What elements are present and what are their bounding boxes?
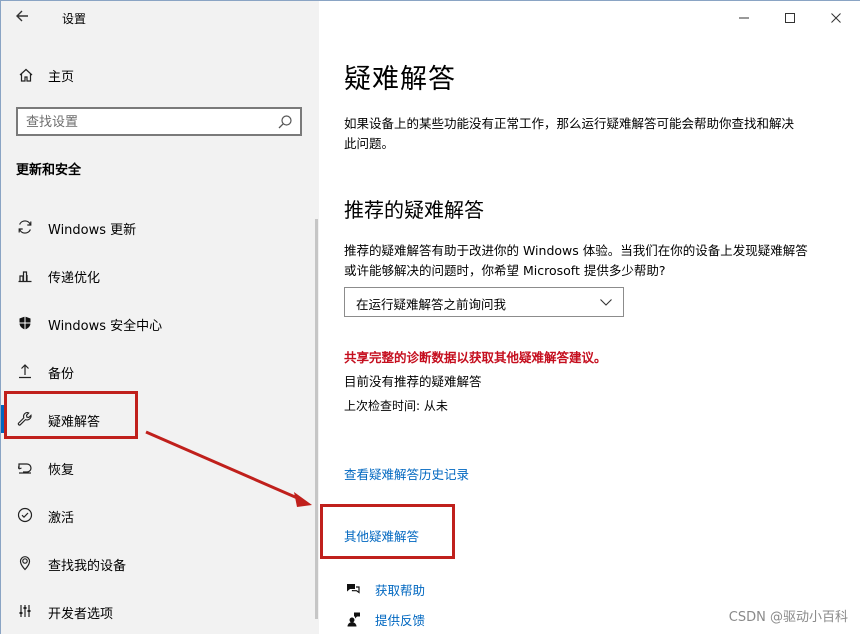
developer-icon	[16, 602, 34, 620]
sidebar: 设置 主页 更新和安全 Windows 更新 传递优化	[1, 1, 319, 634]
watermark: CSDN @驱动小百科	[728, 610, 848, 625]
page-title: 疑难解答	[344, 64, 456, 95]
find-device-icon	[16, 554, 34, 572]
annotation-highlight-box	[320, 504, 455, 559]
sidebar-item-label: Windows 更新	[48, 223, 137, 238]
home-nav-item[interactable]: 主页	[17, 65, 74, 85]
delivery-optimization-icon	[16, 266, 34, 284]
check-circle-icon	[16, 506, 34, 524]
back-arrow-icon[interactable]	[15, 9, 35, 27]
feedback-link[interactable]: 提供反馈	[344, 609, 425, 629]
feedback-icon	[344, 610, 362, 628]
sidebar-item-label: 恢复	[48, 463, 75, 478]
maximize-icon[interactable]	[782, 10, 798, 26]
sidebar-item-backup[interactable]: 备份	[1, 349, 319, 393]
sidebar-item-label: 传递优化	[48, 271, 101, 286]
close-icon[interactable]	[828, 10, 844, 26]
shield-icon	[16, 314, 34, 332]
sidebar-item-delivery-optimization[interactable]: 传递优化	[1, 253, 319, 297]
chat-help-icon	[344, 580, 362, 598]
window-title: 设置	[62, 12, 87, 26]
intro-text: 如果设备上的某些功能没有正常工作，那么运行疑难解答可能会帮助你查找和解决此问题。	[344, 116, 795, 151]
settings-search-input[interactable]	[26, 113, 266, 131]
sidebar-item-label: 激活	[48, 511, 75, 526]
sidebar-item-label: Windows 安全中心	[48, 319, 163, 334]
sidebar-item-label: 查找我的设备	[48, 559, 127, 574]
sidebar-item-label: 开发者选项	[48, 607, 114, 622]
annotation-highlight-box	[4, 391, 138, 439]
last-check-text: 上次检查时间: 从未	[344, 399, 448, 413]
feedback-label: 提供反馈	[375, 612, 426, 628]
sidebar-item-windows-update[interactable]: Windows 更新	[1, 205, 319, 249]
minimize-icon[interactable]	[736, 10, 752, 26]
backup-icon	[16, 362, 34, 380]
get-help-label: 获取帮助	[375, 582, 426, 598]
sidebar-item-activation[interactable]: 激活	[1, 493, 319, 537]
chevron-down-icon	[599, 295, 613, 309]
home-icon	[17, 66, 35, 84]
sidebar-item-label: 备份	[48, 367, 75, 382]
search-icon[interactable]	[277, 114, 293, 130]
sync-icon	[16, 218, 34, 236]
home-label: 主页	[48, 69, 75, 85]
select-value: 在运行疑难解答之前询问我	[356, 297, 507, 312]
recovery-icon	[16, 458, 34, 476]
recommended-description: 推荐的疑难解答有助于改进你的 Windows 体验。当我们在你的设备上发现疑难解…	[344, 243, 808, 278]
sidebar-scrollbar[interactable]	[315, 219, 318, 619]
settings-search-box[interactable]	[16, 107, 302, 136]
recommended-title: 推荐的疑难解答	[344, 198, 484, 222]
get-help-link[interactable]: 获取帮助	[344, 579, 425, 599]
no-recommendations-text: 目前没有推荐的疑难解答	[344, 374, 482, 389]
sidebar-item-find-my-device[interactable]: 查找我的设备	[1, 541, 319, 585]
troubleshoot-preference-select[interactable]: 在运行疑难解答之前询问我	[344, 287, 624, 317]
diagnostic-data-link[interactable]: 共享完整的诊断数据以获取其他疑难解答建议。	[344, 347, 607, 366]
sidebar-item-recovery[interactable]: 恢复	[1, 445, 319, 489]
sidebar-item-developer-options[interactable]: 开发者选项	[1, 589, 319, 633]
section-title: 更新和安全	[16, 163, 82, 178]
history-link[interactable]: 查看疑难解答历史记录	[344, 464, 469, 483]
sidebar-item-windows-security[interactable]: Windows 安全中心	[1, 301, 319, 345]
